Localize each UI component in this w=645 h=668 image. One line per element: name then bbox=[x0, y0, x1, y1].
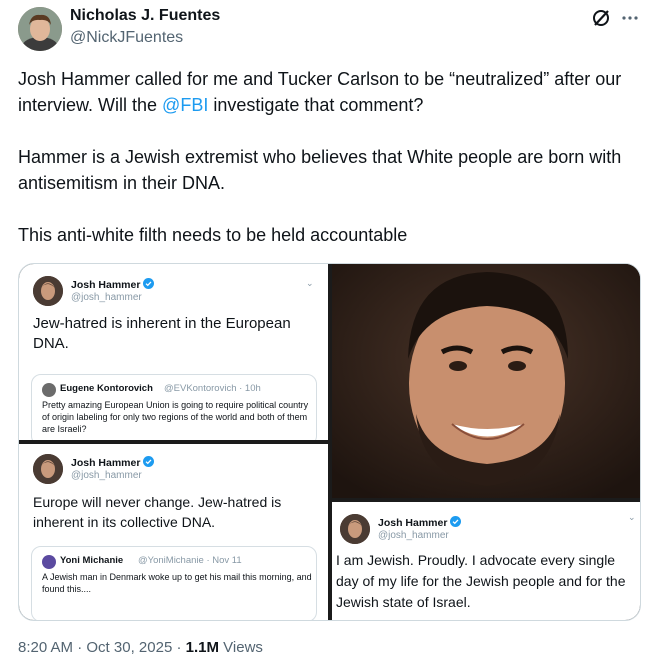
josh-hammer-avatar bbox=[33, 276, 63, 306]
chevron-down-icon: ⌄ bbox=[628, 512, 636, 522]
tweet-author-name-text: Josh Hammer bbox=[71, 279, 141, 291]
verified-badge-icon bbox=[143, 456, 155, 467]
post-metadata: 8:20 AM · Oct 30, 2025 · 1.1M Views bbox=[18, 639, 263, 656]
fbi-mention-link[interactable]: @FBI bbox=[162, 95, 208, 115]
separator-dot: · bbox=[172, 639, 186, 656]
quoted-tweet: Yoni Michanie @YoniMichanie · Nov 11 A J… bbox=[31, 546, 317, 620]
quoted-tweet-text: A Jewish man in Denmark woke up to get h… bbox=[42, 572, 312, 594]
tweet-author-name: Josh Hammer bbox=[71, 278, 155, 291]
media-image-4[interactable]: Josh Hammer @josh_hammer ⌄ I am Jewish. … bbox=[332, 502, 640, 620]
post-date[interactable]: Oct 30, 2025 bbox=[86, 639, 172, 656]
tweet-author-handle: @josh_hammer bbox=[71, 292, 142, 303]
views-label: Views bbox=[219, 639, 263, 656]
tweet-body: Europe will never change. Jew-hatred is … bbox=[33, 494, 282, 530]
verified-badge-icon bbox=[143, 278, 155, 289]
post-paragraph-1: Josh Hammer called for me and Tucker Car… bbox=[18, 66, 628, 118]
quoted-author-name: Eugene Kontorovich bbox=[60, 383, 153, 394]
separator-dot: · bbox=[73, 639, 87, 656]
views-count: 1.1M bbox=[185, 639, 219, 656]
tweet-author-name-text: Josh Hammer bbox=[71, 457, 141, 469]
quoted-author-handle: @EVKontorovich · 10h bbox=[164, 383, 261, 394]
quoted-tweet: Eugene Kontorovich @EVKontorovich · 10h … bbox=[31, 374, 317, 440]
josh-hammer-avatar bbox=[340, 514, 370, 544]
tweet-author-name: Josh Hammer bbox=[71, 456, 155, 469]
post-text-segment: investigate that comment? bbox=[208, 95, 424, 115]
author-avatar[interactable] bbox=[18, 7, 62, 51]
media-image-3-photo[interactable] bbox=[332, 264, 640, 498]
media-image-1[interactable]: Josh Hammer @josh_hammer ⌄ Jew-hatred is… bbox=[19, 264, 328, 440]
quoted-author-handle: @YoniMichanie · Nov 11 bbox=[138, 555, 242, 566]
tweet-author-handle: @josh_hammer bbox=[378, 530, 449, 541]
post-paragraph-2: Hammer is a Jewish extremist who believe… bbox=[18, 147, 622, 193]
chevron-down-icon: ⌄ bbox=[306, 278, 314, 288]
josh-hammer-avatar bbox=[33, 454, 63, 484]
quoted-author-avatar bbox=[42, 555, 56, 569]
post-text: Josh Hammer called for me and Tucker Car… bbox=[18, 66, 628, 248]
verified-badge-icon bbox=[450, 516, 462, 527]
smiling-man-photo bbox=[332, 264, 640, 498]
media-image-2[interactable]: Josh Hammer @josh_hammer Europe will nev… bbox=[19, 444, 328, 620]
more-icon[interactable] bbox=[620, 8, 640, 28]
quoted-author-name: Yoni Michanie bbox=[60, 555, 124, 566]
grok-icon[interactable] bbox=[590, 7, 612, 29]
tweet-author-handle: @josh_hammer bbox=[71, 470, 142, 481]
tweet-body: I am Jewish. Proudly. I advocate every s… bbox=[336, 552, 626, 610]
post-time[interactable]: 8:20 AM bbox=[18, 639, 73, 656]
tweet-body: Jew-hatred is inherent in the European D… bbox=[33, 315, 291, 352]
post-paragraph-3: This anti-white filth needs to be held a… bbox=[18, 225, 408, 245]
tweet-author-name-text: Josh Hammer bbox=[378, 517, 448, 529]
author-handle[interactable]: @NickJFuentes bbox=[70, 29, 183, 47]
media-grid[interactable]: Josh Hammer @josh_hammer ⌄ Jew-hatred is… bbox=[18, 263, 641, 621]
tweet-author-name: Josh Hammer bbox=[378, 516, 462, 529]
quoted-author-avatar bbox=[42, 383, 56, 397]
quoted-tweet-text: Pretty amazing European Union is going t… bbox=[42, 400, 309, 434]
author-name[interactable]: Nicholas J. Fuentes bbox=[70, 7, 220, 25]
